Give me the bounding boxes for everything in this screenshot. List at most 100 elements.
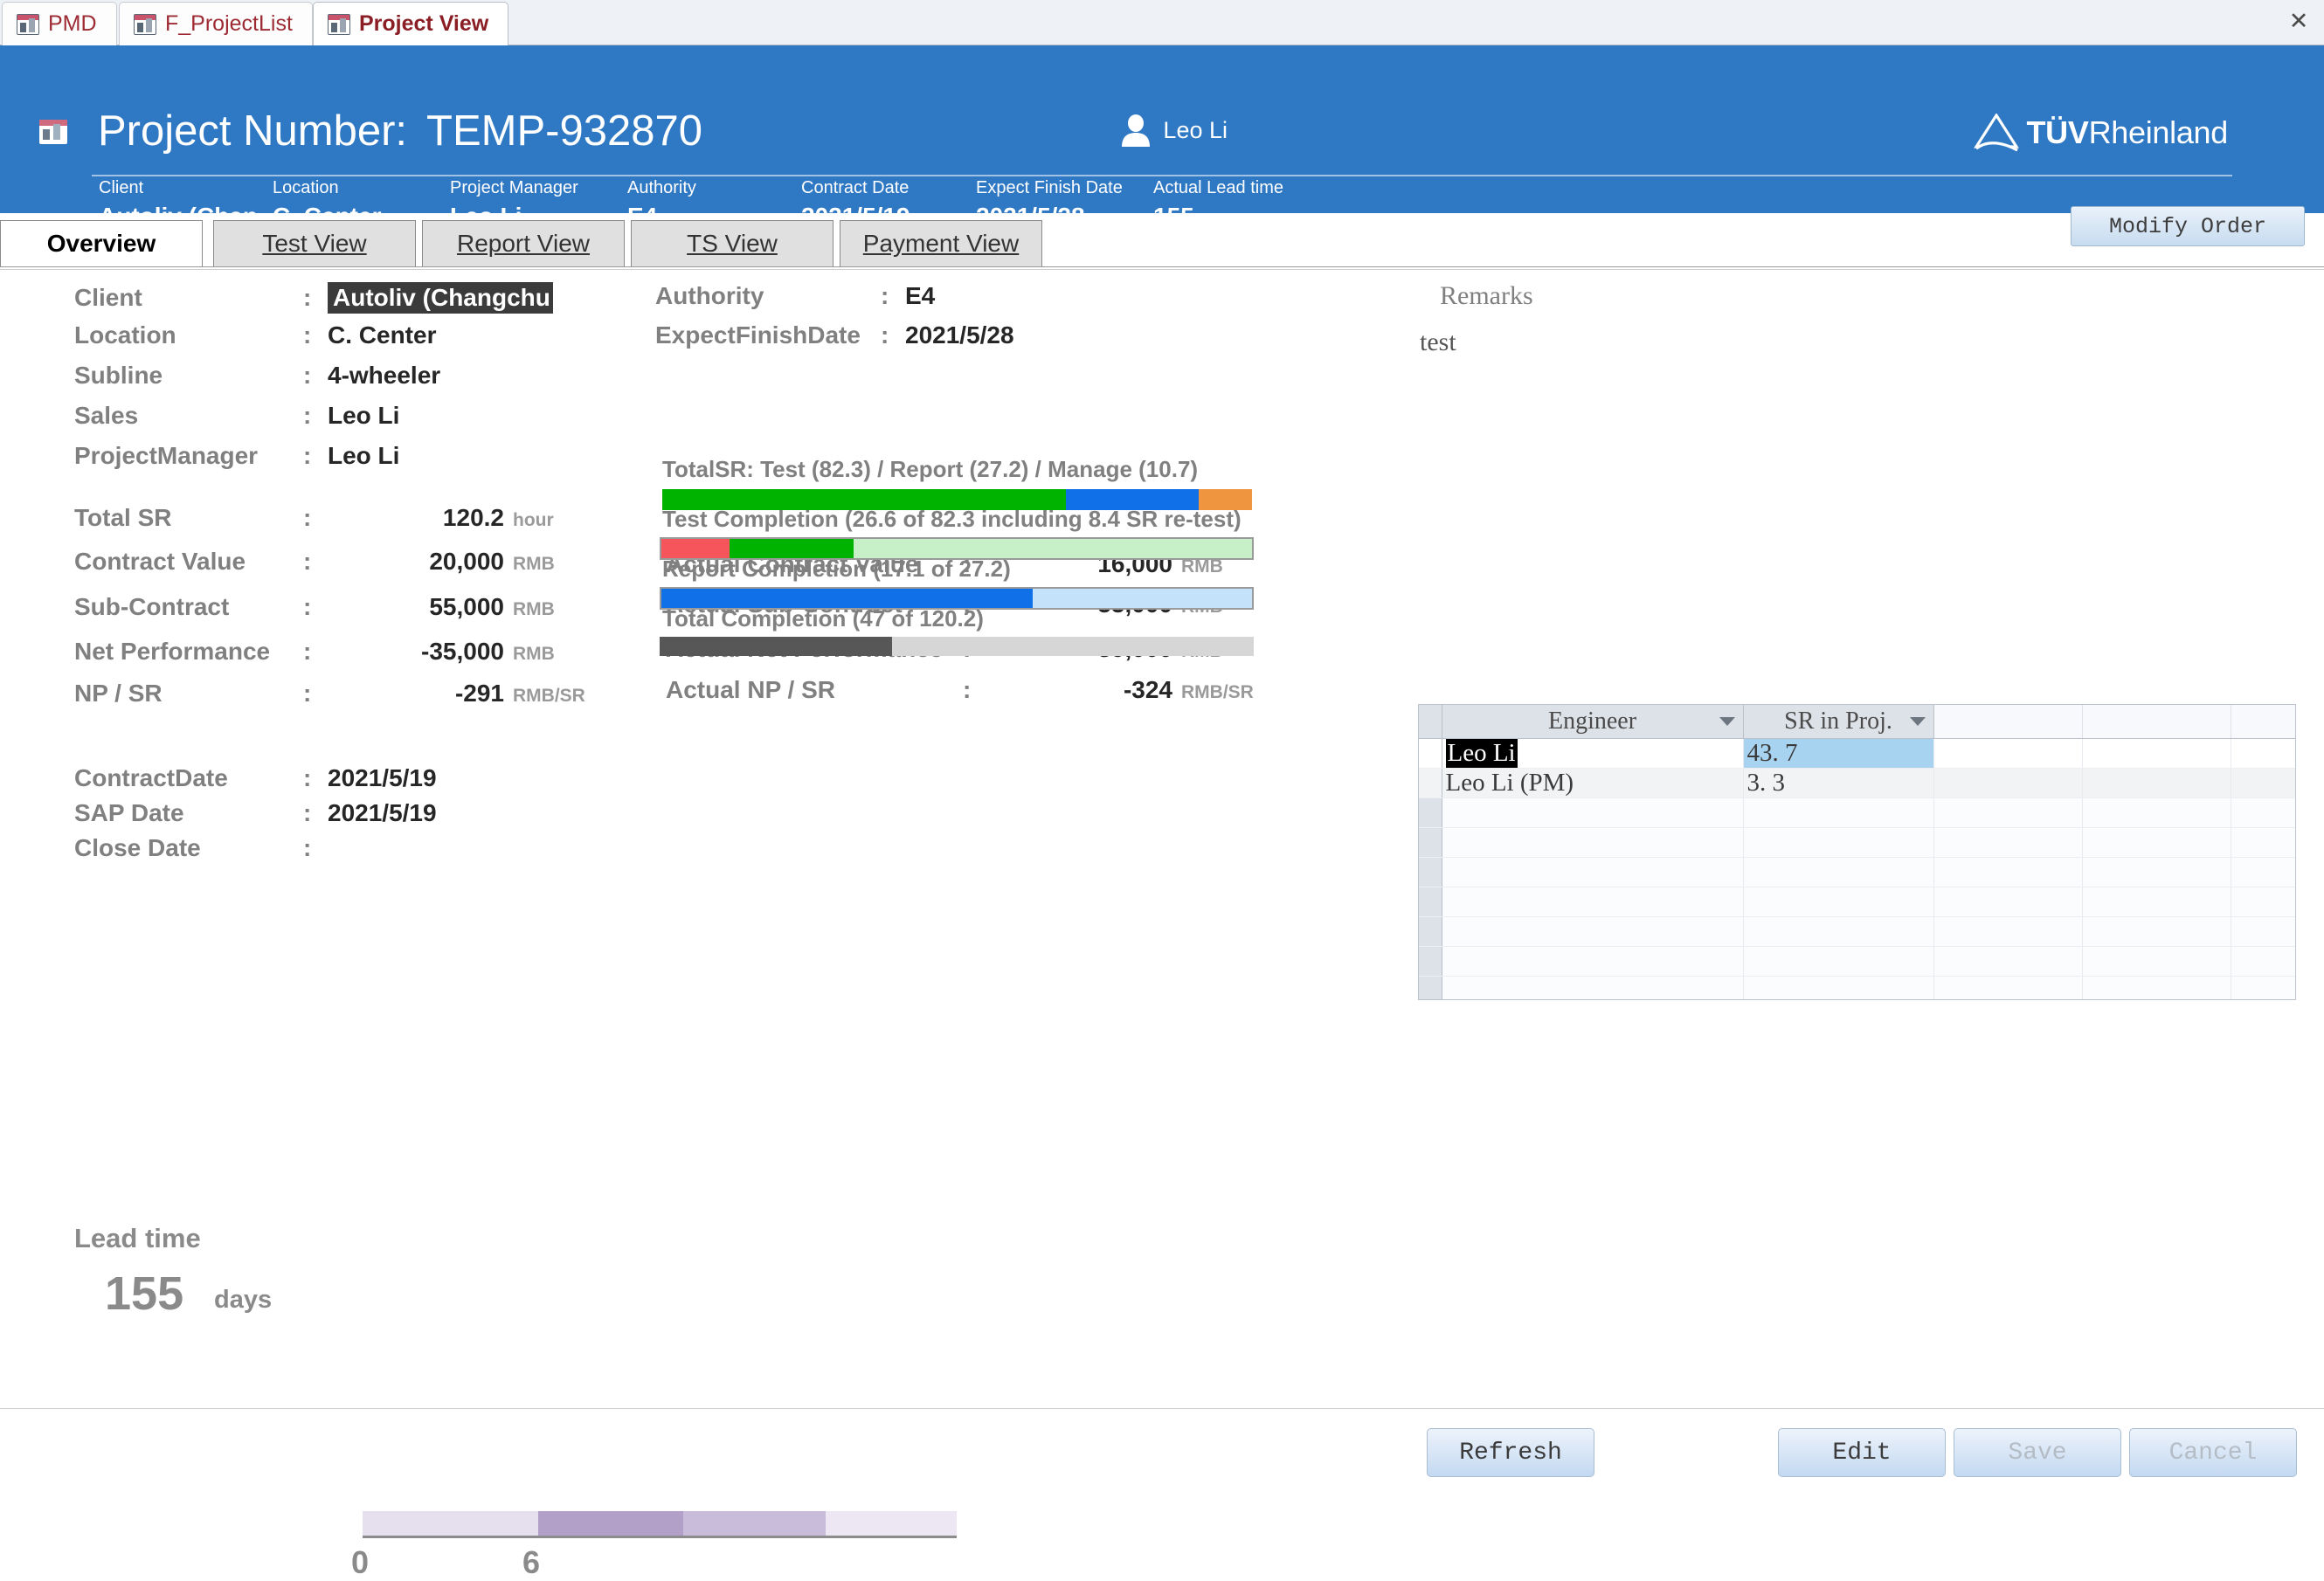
grid-row-selector[interactable]: [1419, 946, 1442, 977]
close-icon[interactable]: ✕: [2286, 8, 2312, 34]
grid-row-selector[interactable]: [1419, 827, 1442, 858]
grid-cell-empty: [2082, 797, 2231, 828]
window-tab-pmd[interactable]: PMD: [2, 2, 117, 45]
contract-date-value[interactable]: 2021/5/19: [328, 764, 437, 792]
grid-cell-empty: [1442, 916, 1744, 947]
field-colon: :: [963, 676, 972, 703]
field-colon: :: [303, 402, 312, 429]
action-bar: Refresh Edit Save Cancel: [0, 1408, 2324, 1511]
table-row-empty: [1419, 797, 2295, 828]
grid-cell-empty: [1933, 916, 2083, 947]
total-segment-remaining: [891, 637, 1254, 656]
header-field-label: Actual Lead time: [1153, 178, 1283, 197]
grid-row-selector[interactable]: [1419, 857, 1442, 887]
np-sr-value: -291: [454, 680, 504, 707]
grid-cell-empty: [1743, 976, 1934, 999]
expect-finish-date-value[interactable]: 2021/5/28: [905, 321, 1014, 349]
current-user[interactable]: Leo Li: [1121, 114, 1228, 147]
grid-cell-empty: [1442, 857, 1744, 887]
engineer-grid[interactable]: Engineer SR in Proj. Leo Li 43. 7 Leo Li…: [1418, 704, 2296, 1000]
grid-column-filler-3: [2231, 705, 2295, 739]
sales-value[interactable]: Leo Li: [328, 402, 399, 430]
grid-cell-empty: [1933, 857, 2083, 887]
remarks-text[interactable]: test: [1420, 328, 1456, 357]
page-title: Project Number: TEMP-932870: [98, 107, 702, 155]
field-label: Sub-Contract: [74, 593, 230, 620]
grid-cell-engineer[interactable]: Leo Li: [1442, 738, 1744, 769]
refresh-button[interactable]: Refresh: [1427, 1428, 1594, 1477]
grid-cell-empty: [2231, 857, 2295, 887]
field-label: Close Date: [74, 834, 201, 861]
header-field-label: Authority: [627, 178, 696, 197]
field-label: Net Performance: [74, 638, 271, 665]
grid-cell-empty: [2231, 827, 2295, 858]
tab-ts-view[interactable]: TS View: [631, 220, 833, 267]
report-completion-label: Report Completion (17.1 of 27.2): [662, 556, 1011, 582]
window-tab-project-view[interactable]: Project View: [313, 2, 509, 45]
grid-cell-empty: [1933, 976, 2083, 999]
field-colon: :: [303, 284, 312, 311]
lead-time-unit: days: [214, 1286, 273, 1314]
field-net-performance: Net Performance : -35,000 RMB: [74, 638, 555, 666]
tab-report-view[interactable]: Report View: [422, 220, 625, 267]
chevron-down-icon[interactable]: [1909, 716, 1926, 726]
tab-test-view[interactable]: Test View: [213, 220, 416, 267]
table-row[interactable]: Leo Li (PM) 3. 3: [1419, 768, 2295, 798]
location-value[interactable]: C. Center: [328, 321, 436, 349]
grid-row-selector[interactable]: [1419, 738, 1442, 769]
edit-button[interactable]: Edit: [1778, 1428, 1946, 1477]
grid-cell-empty: [2082, 946, 2231, 977]
client-value[interactable]: Autoliv (Changchu: [328, 282, 553, 314]
test-completion-label: Test Completion (26.6 of 82.3 including …: [662, 506, 1242, 532]
tab-label: Report View: [456, 230, 590, 257]
grid-cell-empty: [2231, 768, 2295, 798]
project-number-value: TEMP-932870: [426, 107, 702, 155]
table-row-empty: [1419, 916, 2295, 947]
view-tab-bar: Overview Test View Report View TS View P…: [0, 220, 2324, 267]
grid-cell-empty: [1442, 887, 1744, 917]
header-divider: [92, 175, 2232, 176]
sap-date-value[interactable]: 2021/5/19: [328, 799, 437, 827]
chevron-down-icon[interactable]: [1719, 716, 1735, 726]
tuv-logo-bold: TÜV: [2026, 114, 2089, 150]
grid-row-selector[interactable]: [1419, 797, 1442, 828]
field-project-manager: ProjectManager : Leo Li: [74, 442, 399, 470]
grid-cell-value: Leo Li: [1445, 738, 1518, 768]
grid-cell-empty: [2082, 827, 2231, 858]
grid-cell-empty: [2082, 887, 2231, 917]
grid-row-selector[interactable]: [1419, 916, 1442, 947]
grid-select-all-corner[interactable]: [1419, 705, 1442, 739]
grid-cell-empty: [1933, 797, 2083, 828]
save-button[interactable]: Save: [1954, 1428, 2121, 1477]
grid-cell-empty: [1933, 768, 2083, 798]
total-completion-label: Total Completion (47 of 120.2): [662, 605, 984, 632]
subline-value[interactable]: 4-wheeler: [328, 362, 440, 390]
grid-column-sr-in-proj[interactable]: SR in Proj.: [1743, 705, 1934, 739]
table-row[interactable]: Leo Li 43. 7: [1419, 738, 2295, 769]
window-tab-f-projectlist[interactable]: F_ProjectList: [119, 2, 313, 45]
grid-cell-sr[interactable]: 43. 7: [1743, 738, 1934, 769]
net-performance-value: -35,000: [421, 638, 504, 665]
grid-column-engineer[interactable]: Engineer: [1442, 705, 1744, 739]
authority-value[interactable]: E4: [905, 282, 935, 310]
grid-cell-sr[interactable]: 3. 3: [1743, 768, 1934, 798]
content-top-rule: [0, 266, 2324, 267]
grid-cell-engineer[interactable]: Leo Li (PM): [1442, 768, 1744, 798]
form-icon: [328, 13, 350, 35]
grid-cell-empty: [1442, 976, 1744, 999]
project-manager-value[interactable]: Leo Li: [328, 442, 399, 470]
tuv-logo-light: Rheinland: [2088, 114, 2229, 150]
grid-row-selector[interactable]: [1419, 887, 1442, 917]
tab-label: Overview: [46, 230, 156, 257]
grid-column-filler-1: [1933, 705, 2083, 739]
cancel-button[interactable]: Cancel: [2129, 1428, 2297, 1477]
field-unit: RMB/SR: [1181, 682, 1254, 702]
form-icon: [39, 120, 67, 144]
grid-row-selector[interactable]: [1419, 976, 1442, 999]
field-authority: Authority : E4: [655, 282, 935, 310]
tab-overview[interactable]: Overview: [0, 220, 203, 267]
field-expect-finish-date: ExpectFinishDate : 2021/5/28: [655, 321, 1014, 349]
grid-row-selector[interactable]: [1419, 768, 1442, 798]
table-row-empty: [1419, 887, 2295, 917]
tab-payment-view[interactable]: Payment View: [840, 220, 1042, 267]
